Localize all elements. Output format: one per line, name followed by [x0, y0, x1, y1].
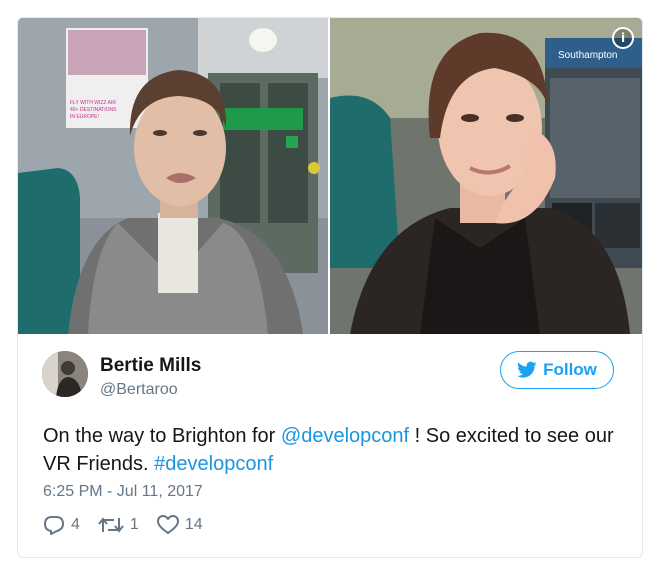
- info-icon[interactable]: i: [612, 27, 634, 49]
- user-name[interactable]: Bertie Mills: [100, 355, 201, 377]
- timestamp[interactable]: 6:25 PM - Jul 11, 2017: [43, 483, 203, 501]
- retweet-button[interactable]: 1: [98, 516, 139, 534]
- user-handle[interactable]: @Bertaroo: [100, 381, 178, 399]
- svg-text:Southampton: Southampton: [558, 50, 618, 61]
- tweet-text: On the way to Brighton for @developconf …: [43, 422, 628, 478]
- hashtag-link[interactable]: #developconf: [154, 453, 273, 475]
- action-bar: 4 1 14: [43, 515, 221, 535]
- follow-button[interactable]: Follow: [500, 351, 614, 389]
- retweet-icon: [98, 517, 124, 533]
- reply-button[interactable]: 4: [43, 515, 80, 535]
- follow-label: Follow: [543, 360, 597, 379]
- like-icon: [156, 515, 179, 534]
- tweet-card: FLY WITH WIZZ AIR 40+ DESTINATIONS IN EU…: [17, 17, 643, 558]
- avatar[interactable]: [42, 351, 88, 397]
- photo-right[interactable]: Southampton: [330, 18, 642, 334]
- tweet-media[interactable]: FLY WITH WIZZ AIR 40+ DESTINATIONS IN EU…: [18, 18, 642, 334]
- svg-text:IN EUROPE!: IN EUROPE!: [70, 114, 99, 120]
- like-button[interactable]: 14: [156, 515, 203, 535]
- retweet-count: 1: [129, 516, 139, 533]
- photo-left[interactable]: FLY WITH WIZZ AIR 40+ DESTINATIONS IN EU…: [18, 18, 328, 334]
- svg-text:40+ DESTINATIONS: 40+ DESTINATIONS: [70, 107, 117, 113]
- like-count: 14: [184, 516, 203, 533]
- bird-icon: [517, 361, 537, 378]
- tweet-text-part1: On the way to Brighton for: [43, 425, 281, 447]
- mention-link[interactable]: @developconf: [281, 425, 409, 447]
- reply-icon: [44, 516, 64, 535]
- reply-count: 4: [71, 516, 80, 533]
- svg-text:FLY WITH WIZZ AIR: FLY WITH WIZZ AIR: [70, 100, 116, 106]
